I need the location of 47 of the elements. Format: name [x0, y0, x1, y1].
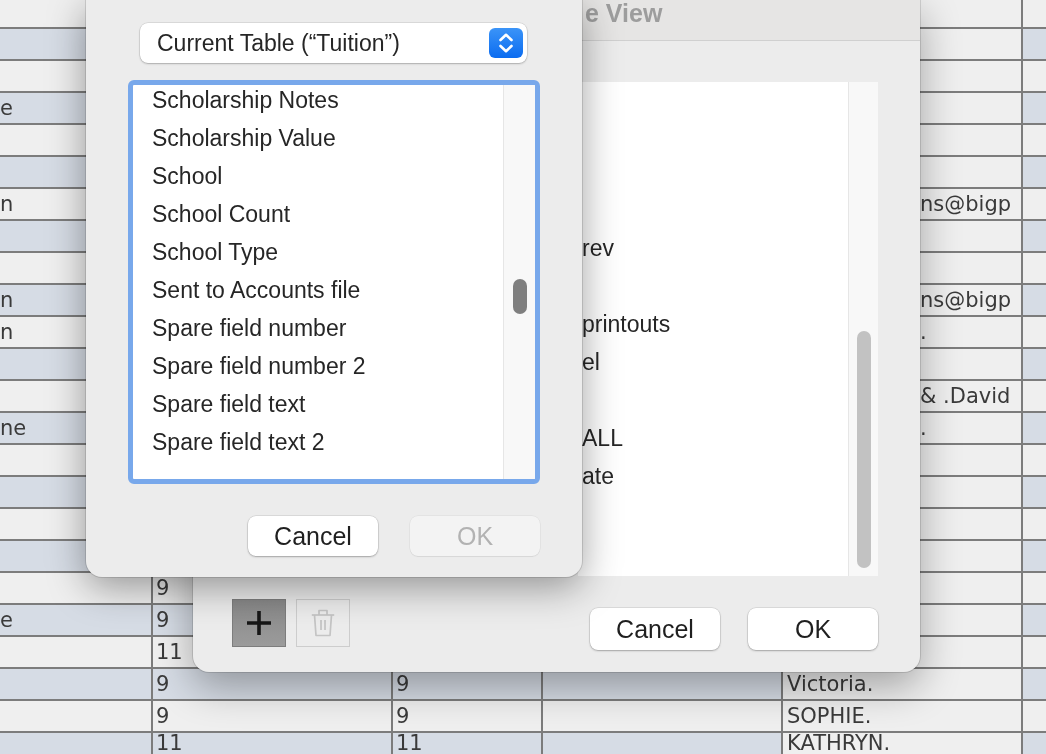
list-item[interactable]: Spare field text: [133, 385, 503, 423]
list-item[interactable]: Scholarship Value: [133, 119, 503, 157]
list-item[interactable]: ate: [578, 457, 848, 495]
cell-text: .: [920, 417, 927, 439]
cell-text: e: [0, 97, 13, 119]
cell-text: .: [920, 321, 927, 343]
cell-text: ns@bigp: [920, 289, 1012, 311]
cell-text: 9: [156, 705, 170, 727]
list-item[interactable]: Spare field number: [133, 309, 503, 347]
cell-text: 9: [156, 609, 170, 631]
window-title: e View: [585, 0, 663, 26]
cell-text: 11: [156, 641, 183, 663]
cell-text: n: [0, 321, 14, 343]
list-item[interactable]: Scholarship Notes: [133, 85, 503, 119]
cell-text: ns@bigp: [920, 193, 1012, 215]
cell-text: e: [0, 609, 13, 631]
scrollbar-track[interactable]: [848, 82, 878, 576]
cell-text: ne: [0, 417, 27, 439]
cell-text: SOPHIE.: [787, 705, 872, 727]
field-list[interactable]: Scholarship Notes Scholarship Value School School Count School Type Sent to Accounts file Spare field number Spare field number 2 Spare field text Spare field text 2: [128, 80, 540, 484]
cell-text: & .David: [920, 385, 1011, 407]
list-item[interactable]: el: [578, 343, 848, 381]
cell-text: 9: [156, 577, 170, 599]
popup-button[interactable]: Current Table (“Tuition”): [140, 23, 527, 63]
cell-text: 11: [396, 733, 423, 754]
cell-text: 9: [156, 673, 170, 695]
list-item[interactable]: ALL: [578, 419, 848, 457]
list-item[interactable]: School Type: [133, 233, 503, 271]
cell-text: 11: [156, 733, 183, 754]
list-item[interactable]: School Count: [133, 195, 503, 233]
list-item[interactable]: Spare field number 2: [133, 347, 503, 385]
list-item[interactable]: Spare field text 2: [133, 423, 503, 461]
cell-text: Victoria.: [787, 673, 874, 695]
list-item[interactable]: School: [133, 157, 503, 195]
scrollbar-thumb[interactable]: [512, 279, 527, 314]
cell-text: 9: [396, 705, 410, 727]
list-item[interactable]: printouts: [578, 305, 848, 343]
cell-text: KATHRYN.: [787, 733, 891, 754]
stepper-icon: [489, 28, 523, 58]
list-item[interactable]: rev: [578, 229, 848, 267]
cell-text: n: [0, 193, 14, 215]
cell-text: n: [0, 289, 14, 311]
dialog-button[interactable]: Cancel: [248, 516, 378, 556]
list-item[interactable]: Sent to Accounts file: [133, 271, 503, 309]
scrollbar-thumb[interactable]: [856, 331, 871, 568]
cell-text: 9: [396, 673, 410, 695]
scrollbar-track[interactable]: [503, 85, 535, 479]
